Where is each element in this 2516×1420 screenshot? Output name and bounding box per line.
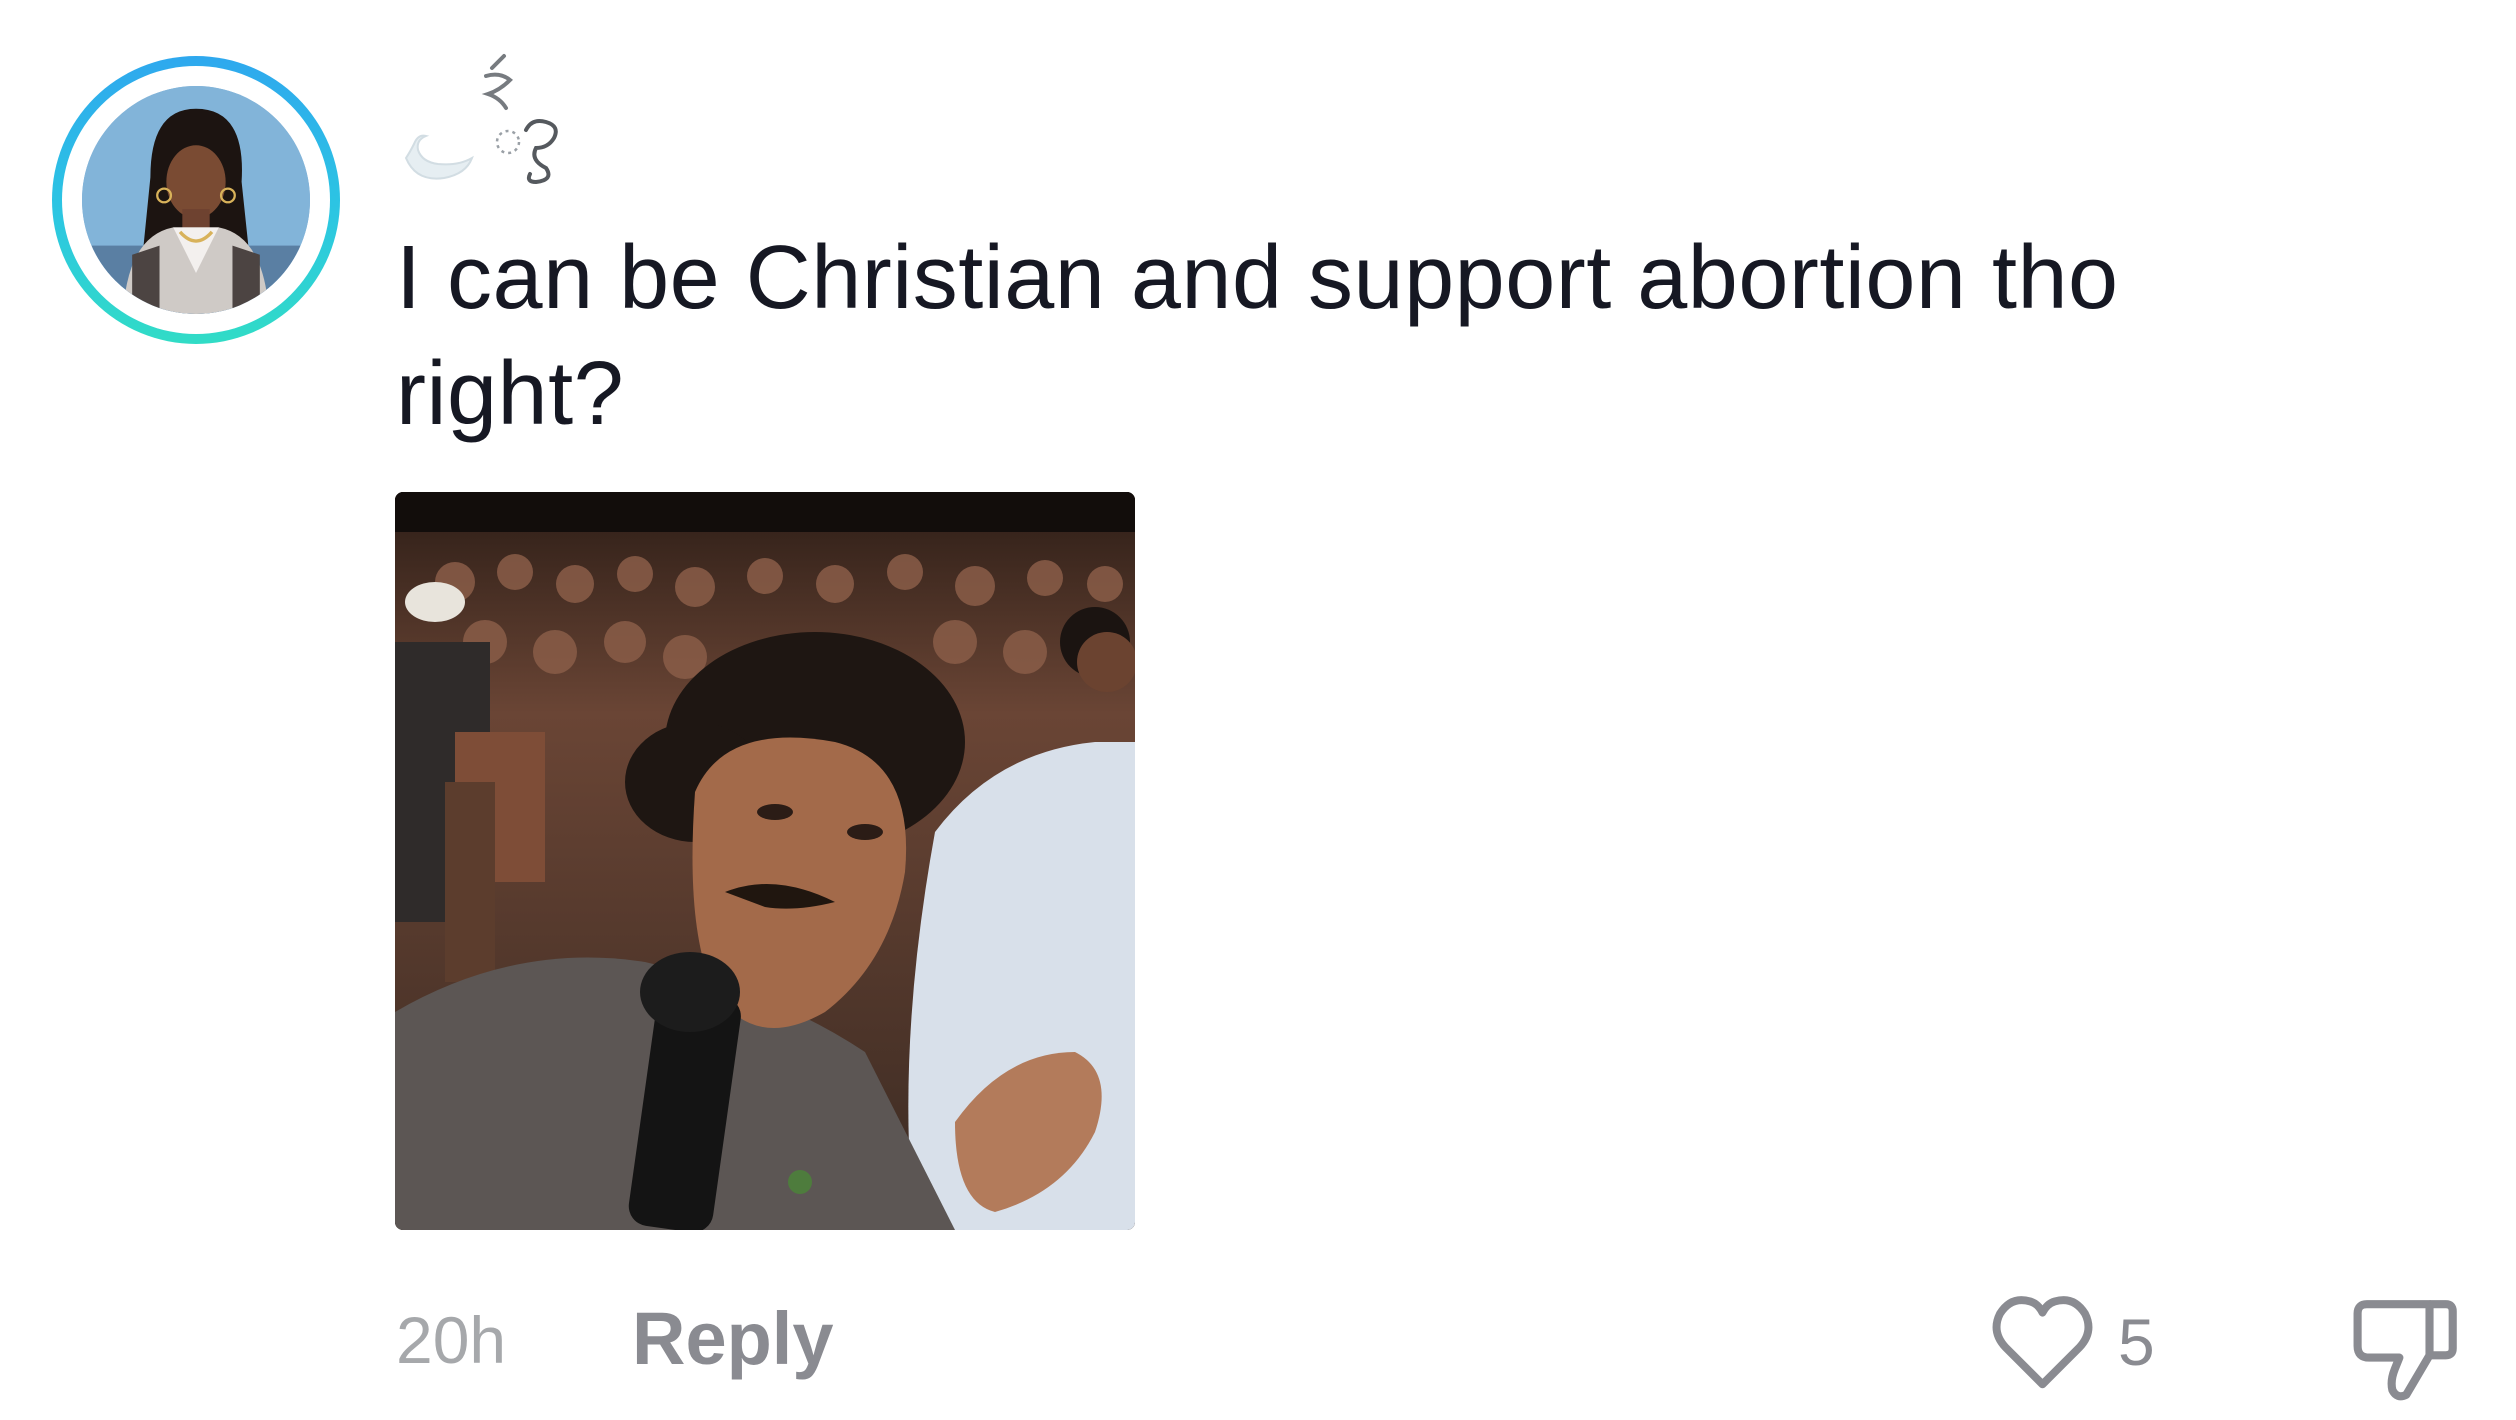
dislike-button[interactable] [2346,1288,2462,1404]
comment-text: I can be Christian and support abortion … [396,228,2119,444]
comment-image[interactable] [395,492,1135,1230]
like-button[interactable] [1985,1288,2100,1400]
comment-time: 20h [396,1303,507,1377]
avatar[interactable] [52,56,340,344]
username-glyphs[interactable] [396,50,606,190]
avatar-image [82,86,310,314]
reply-button[interactable]: Reply [632,1294,834,1384]
like-count: 5 [2118,1305,2155,1379]
heart-outline-icon [1992,1296,2093,1389]
thumbs-down-icon [2353,1300,2457,1401]
comment-item: I can be Christian and support abortion … [0,0,2516,1420]
